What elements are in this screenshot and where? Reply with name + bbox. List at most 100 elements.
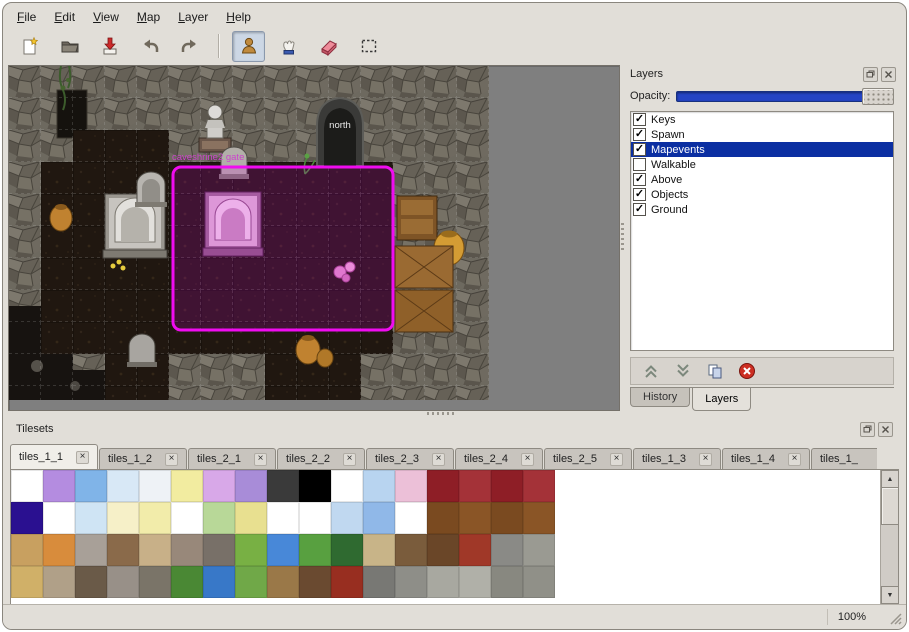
layer-visibility-checkbox[interactable]: ✓ bbox=[633, 143, 646, 156]
tileset-cell[interactable] bbox=[107, 534, 139, 566]
tileset-cell[interactable] bbox=[267, 502, 299, 534]
close-tab-icon[interactable]: × bbox=[699, 453, 712, 466]
tileset-cell[interactable] bbox=[235, 534, 267, 566]
save[interactable] bbox=[93, 31, 126, 62]
close-panel-button[interactable] bbox=[878, 422, 893, 437]
scrollbar-thumb[interactable] bbox=[881, 487, 899, 525]
rect-select-tool[interactable] bbox=[352, 31, 385, 62]
duplicate-layer-button[interactable] bbox=[705, 361, 725, 381]
tileset-palette[interactable] bbox=[11, 470, 555, 598]
tileset-cell[interactable] bbox=[107, 470, 139, 502]
tileset-cell[interactable] bbox=[331, 502, 363, 534]
opacity-slider[interactable] bbox=[676, 91, 894, 102]
layer-row-ground[interactable]: ✓ Ground bbox=[631, 202, 893, 217]
tileset-cell[interactable] bbox=[395, 534, 427, 566]
tileset-cell[interactable] bbox=[11, 534, 43, 566]
map-viewport[interactable]: north caveshrine2 gate bbox=[8, 65, 620, 411]
map-canvas[interactable]: north caveshrine2 gate bbox=[9, 66, 489, 400]
tileset-tab-tiles_2_1[interactable]: tiles_2_1 × bbox=[188, 448, 276, 469]
tileset-tab-tiles_1_3[interactable]: tiles_1_3 × bbox=[633, 448, 721, 469]
tileset-cell[interactable] bbox=[171, 502, 203, 534]
menu-edit[interactable]: Edit bbox=[46, 8, 83, 26]
menu-file[interactable]: File bbox=[9, 8, 44, 26]
close-tab-icon[interactable]: × bbox=[254, 453, 267, 466]
tileset-cell[interactable] bbox=[11, 566, 43, 598]
tileset-tab-tiles_1_4[interactable]: tiles_1_4 × bbox=[722, 448, 810, 469]
tileset-cell[interactable] bbox=[363, 502, 395, 534]
tileset-cell[interactable] bbox=[459, 534, 491, 566]
layer-row-keys[interactable]: ✓ Keys bbox=[631, 112, 893, 127]
tileset-cell[interactable] bbox=[203, 470, 235, 502]
tileset-tab-tiles_2_2[interactable]: tiles_2_2 × bbox=[277, 448, 365, 469]
tileset-tab-tiles_1_5[interactable]: tiles_1_ × bbox=[811, 448, 877, 469]
layer-visibility-checkbox[interactable]: ✓ bbox=[633, 173, 646, 186]
tileset-cell[interactable] bbox=[75, 534, 107, 566]
float-panel-button[interactable] bbox=[863, 67, 878, 82]
lower-layer-button[interactable] bbox=[673, 361, 693, 381]
tileset-cell[interactable] bbox=[171, 534, 203, 566]
undo[interactable] bbox=[133, 31, 166, 62]
tileset-cell[interactable] bbox=[331, 534, 363, 566]
tileset-tab-tiles_1_2[interactable]: tiles_1_2 × bbox=[99, 448, 187, 469]
new-file[interactable] bbox=[13, 31, 46, 62]
tileset-cell[interactable] bbox=[43, 566, 75, 598]
resize-grip[interactable] bbox=[889, 612, 902, 625]
tileset-tab-tiles_1_1[interactable]: tiles_1_1 × bbox=[10, 444, 98, 469]
tileset-cell[interactable] bbox=[523, 502, 555, 534]
tileset-cell[interactable] bbox=[427, 566, 459, 598]
tileset-cell[interactable] bbox=[171, 470, 203, 502]
raise-layer-button[interactable] bbox=[641, 361, 661, 381]
tileset-cell[interactable] bbox=[43, 534, 75, 566]
tileset-cell[interactable] bbox=[235, 502, 267, 534]
tab-history[interactable]: History bbox=[630, 388, 690, 407]
tileset-tab-tiles_2_4[interactable]: tiles_2_4 × bbox=[455, 448, 543, 469]
tileset-cell[interactable] bbox=[43, 502, 75, 534]
tileset-cell[interactable] bbox=[75, 502, 107, 534]
tileset-cell[interactable] bbox=[75, 566, 107, 598]
layer-visibility-checkbox[interactable]: ✓ bbox=[633, 203, 646, 216]
tileset-cell[interactable] bbox=[395, 470, 427, 502]
close-tab-icon[interactable]: × bbox=[610, 453, 623, 466]
tileset-cell[interactable] bbox=[363, 534, 395, 566]
tileset-cell[interactable] bbox=[331, 470, 363, 502]
close-tab-icon[interactable]: × bbox=[343, 453, 356, 466]
layer-visibility-checkbox[interactable]: ✓ bbox=[633, 128, 646, 141]
tileset-cell[interactable] bbox=[43, 470, 75, 502]
layer-row-spawn[interactable]: ✓ Spawn bbox=[631, 127, 893, 142]
tileset-cell[interactable] bbox=[299, 566, 331, 598]
tileset-cell[interactable] bbox=[203, 534, 235, 566]
tileset-cell[interactable] bbox=[427, 470, 459, 502]
menu-map[interactable]: Map bbox=[129, 8, 168, 26]
scroll-up-button[interactable]: ▲ bbox=[881, 470, 899, 488]
tileset-cell[interactable] bbox=[267, 566, 299, 598]
tileset-cell[interactable] bbox=[459, 470, 491, 502]
layer-visibility-checkbox[interactable]: ✓ bbox=[633, 188, 646, 201]
selection-rectangle[interactable] bbox=[173, 167, 393, 330]
layer-row-above[interactable]: ✓ Above bbox=[631, 172, 893, 187]
close-tab-icon[interactable]: × bbox=[521, 453, 534, 466]
tileset-cell[interactable] bbox=[427, 502, 459, 534]
tileset-cell[interactable] bbox=[427, 534, 459, 566]
tileset-cell[interactable] bbox=[523, 566, 555, 598]
layer-visibility-checkbox[interactable]: ✓ bbox=[633, 113, 646, 126]
menu-help[interactable]: Help bbox=[218, 8, 259, 26]
hand-tool[interactable] bbox=[272, 31, 305, 62]
tileset-cell[interactable] bbox=[395, 502, 427, 534]
delete-layer-button[interactable] bbox=[737, 361, 757, 381]
tileset-cell[interactable] bbox=[299, 470, 331, 502]
float-panel-button[interactable] bbox=[860, 422, 875, 437]
stamp-tool[interactable] bbox=[232, 31, 265, 62]
tileset-cell[interactable] bbox=[11, 502, 43, 534]
tileset-tab-tiles_2_5[interactable]: tiles_2_5 × bbox=[544, 448, 632, 469]
tileset-cell[interactable] bbox=[235, 470, 267, 502]
tileset-cell[interactable] bbox=[139, 566, 171, 598]
tileset-cell[interactable] bbox=[523, 534, 555, 566]
tileset-cell[interactable] bbox=[459, 566, 491, 598]
tileset-cell[interactable] bbox=[235, 566, 267, 598]
tileset-cell[interactable] bbox=[139, 502, 171, 534]
tileset-cell[interactable] bbox=[363, 566, 395, 598]
tileset-cell[interactable] bbox=[491, 502, 523, 534]
menu-layer[interactable]: Layer bbox=[170, 8, 216, 26]
tileset-cell[interactable] bbox=[139, 470, 171, 502]
menu-view[interactable]: View bbox=[85, 8, 127, 26]
